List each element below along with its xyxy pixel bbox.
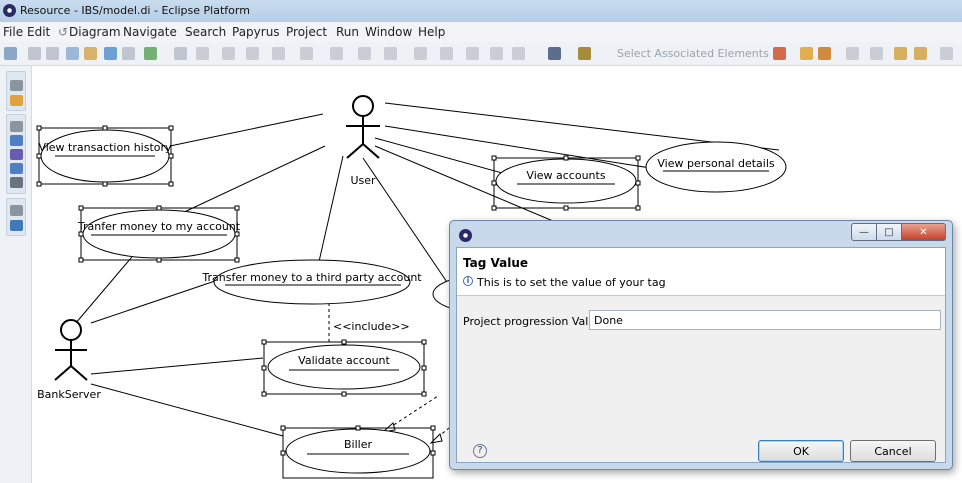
- arrow-icon[interactable]: [440, 47, 453, 60]
- bankserver-actor: [54, 319, 88, 381]
- window-title: Resource - IBS/model.di - Eclipse Platfo…: [20, 4, 250, 17]
- back-icon[interactable]: [894, 47, 907, 60]
- svg-text:Biller: Biller: [344, 438, 372, 451]
- select-associated-elements[interactable]: Select Associated Elements: [617, 47, 769, 60]
- edit-icon[interactable]: [66, 47, 79, 60]
- tool-icon[interactable]: [846, 47, 859, 60]
- tool-icon[interactable]: [870, 47, 883, 60]
- eclipse-icon: [3, 4, 16, 17]
- forward-icon[interactable]: [914, 47, 927, 60]
- usecase-transfer-my-account[interactable]: Tranfer money to my account: [77, 207, 241, 261]
- menu-help[interactable]: Help: [418, 25, 445, 39]
- save-all-icon[interactable]: [46, 47, 59, 60]
- arrow-right-icon[interactable]: [940, 47, 953, 60]
- grid-icon[interactable]: [272, 47, 285, 60]
- new-icon[interactable]: [4, 47, 17, 60]
- svg-text:Tranfer money to my account: Tranfer money to my account: [77, 220, 241, 233]
- tool-icon[interactable]: [246, 47, 259, 60]
- tool-icon[interactable]: [300, 47, 313, 60]
- menu-diagram[interactable]: Diagram: [69, 25, 121, 39]
- align-icon[interactable]: [358, 47, 371, 60]
- dialog-body: Tag Value i This is to set the value of …: [456, 247, 946, 463]
- tool-icon[interactable]: [330, 47, 343, 60]
- window-titlebar: Resource - IBS/model.di - Eclipse Platfo…: [0, 0, 962, 22]
- user-actor-label: User: [350, 174, 376, 187]
- folder-icon[interactable]: [10, 95, 23, 106]
- document-icon[interactable]: [10, 177, 23, 188]
- project-progression-label: Project progression Value: [463, 315, 603, 328]
- minimize-button[interactable]: —: [851, 223, 877, 241]
- help-icon[interactable]: ?: [473, 444, 487, 458]
- palette-group: [6, 114, 26, 194]
- sync-icon[interactable]: [104, 47, 117, 60]
- menu-window[interactable]: Window: [365, 25, 412, 39]
- menu-project[interactable]: Project: [286, 25, 327, 39]
- tree-icon[interactable]: [10, 135, 23, 146]
- svg-text:Transfer money to a third part: Transfer money to a third party account: [201, 271, 422, 284]
- run-icon[interactable]: [144, 47, 157, 60]
- tool-icon[interactable]: [490, 47, 503, 60]
- info-icon: i: [463, 276, 473, 286]
- svg-text:View personal details: View personal details: [657, 157, 775, 170]
- pin-icon[interactable]: [10, 205, 23, 216]
- usecase-transfer-third-party[interactable]: Transfer money to a third party account: [201, 259, 422, 305]
- pin-icon[interactable]: [10, 121, 23, 132]
- project-progression-input[interactable]: [589, 310, 941, 330]
- svg-text:Validate account: Validate account: [298, 354, 390, 367]
- usecase-view-accounts[interactable]: View accounts: [493, 157, 639, 209]
- usecase-biller[interactable]: Biller: [282, 427, 434, 479]
- tool-icon[interactable]: [414, 47, 427, 60]
- cancel-button[interactable]: Cancel: [850, 440, 936, 462]
- pin-icon[interactable]: [10, 80, 23, 91]
- maximize-button[interactable]: □: [877, 223, 902, 241]
- main-toolbar: Select Associated Elements: [0, 42, 962, 66]
- menu-file[interactable]: File: [3, 25, 23, 39]
- menu-search[interactable]: Search: [185, 25, 226, 39]
- tool-icon[interactable]: [384, 47, 397, 60]
- ok-button[interactable]: OK: [758, 440, 844, 462]
- dialog-header: Tag Value i This is to set the value of …: [457, 248, 945, 296]
- usecase-view-personal-details[interactable]: View personal details: [645, 141, 787, 193]
- tool-icon[interactable]: [578, 47, 591, 60]
- user-actor: [346, 95, 380, 159]
- dialog-message: This is to set the value of your tag: [477, 276, 666, 289]
- close-button[interactable]: ✕: [902, 223, 946, 241]
- palette-sidebar: [0, 66, 32, 483]
- diagram-icon: ↺: [58, 25, 69, 39]
- filter-icon[interactable]: [773, 47, 786, 60]
- folder-icon[interactable]: [800, 47, 813, 60]
- tool-icon[interactable]: [174, 47, 187, 60]
- usecase-validate-account[interactable]: Validate account: [263, 341, 425, 395]
- tool-icon[interactable]: [548, 47, 561, 60]
- eclipse-icon: [459, 229, 472, 242]
- layout-icon[interactable]: [122, 47, 135, 60]
- tree-icon[interactable]: [10, 163, 23, 174]
- menu-papyrus[interactable]: Papyrus: [232, 25, 280, 39]
- tool-icon[interactable]: [512, 47, 525, 60]
- include-label: <<include>>: [333, 320, 410, 333]
- svg-text:View transaction history: View transaction history: [38, 141, 172, 154]
- tag-value-dialog: — □ ✕ Tag Value i This is to set the val…: [449, 220, 953, 470]
- refresh-icon[interactable]: [84, 47, 97, 60]
- palette-group: [6, 71, 26, 111]
- svg-text:View accounts: View accounts: [526, 169, 605, 182]
- save-icon[interactable]: [28, 47, 41, 60]
- arrow-right-icon[interactable]: [222, 47, 235, 60]
- tool-icon[interactable]: [466, 47, 479, 60]
- menu-bar: File Edit ↺ Diagram Navigate Search Papy…: [0, 22, 962, 42]
- menu-run[interactable]: Run: [336, 25, 359, 39]
- console-icon[interactable]: [10, 220, 23, 231]
- menu-navigate[interactable]: Navigate: [123, 25, 177, 39]
- brush-icon[interactable]: [818, 47, 831, 60]
- palette-group: [6, 198, 26, 236]
- tool-icon[interactable]: [196, 47, 209, 60]
- usecase-view-transaction-history[interactable]: View transaction history: [38, 127, 172, 185]
- tree-icon[interactable]: [10, 149, 23, 160]
- bankserver-actor-label: BankServer: [37, 388, 101, 401]
- dialog-title: Tag Value: [463, 256, 529, 270]
- menu-edit[interactable]: Edit: [27, 25, 50, 39]
- window-controls: — □ ✕: [851, 223, 946, 241]
